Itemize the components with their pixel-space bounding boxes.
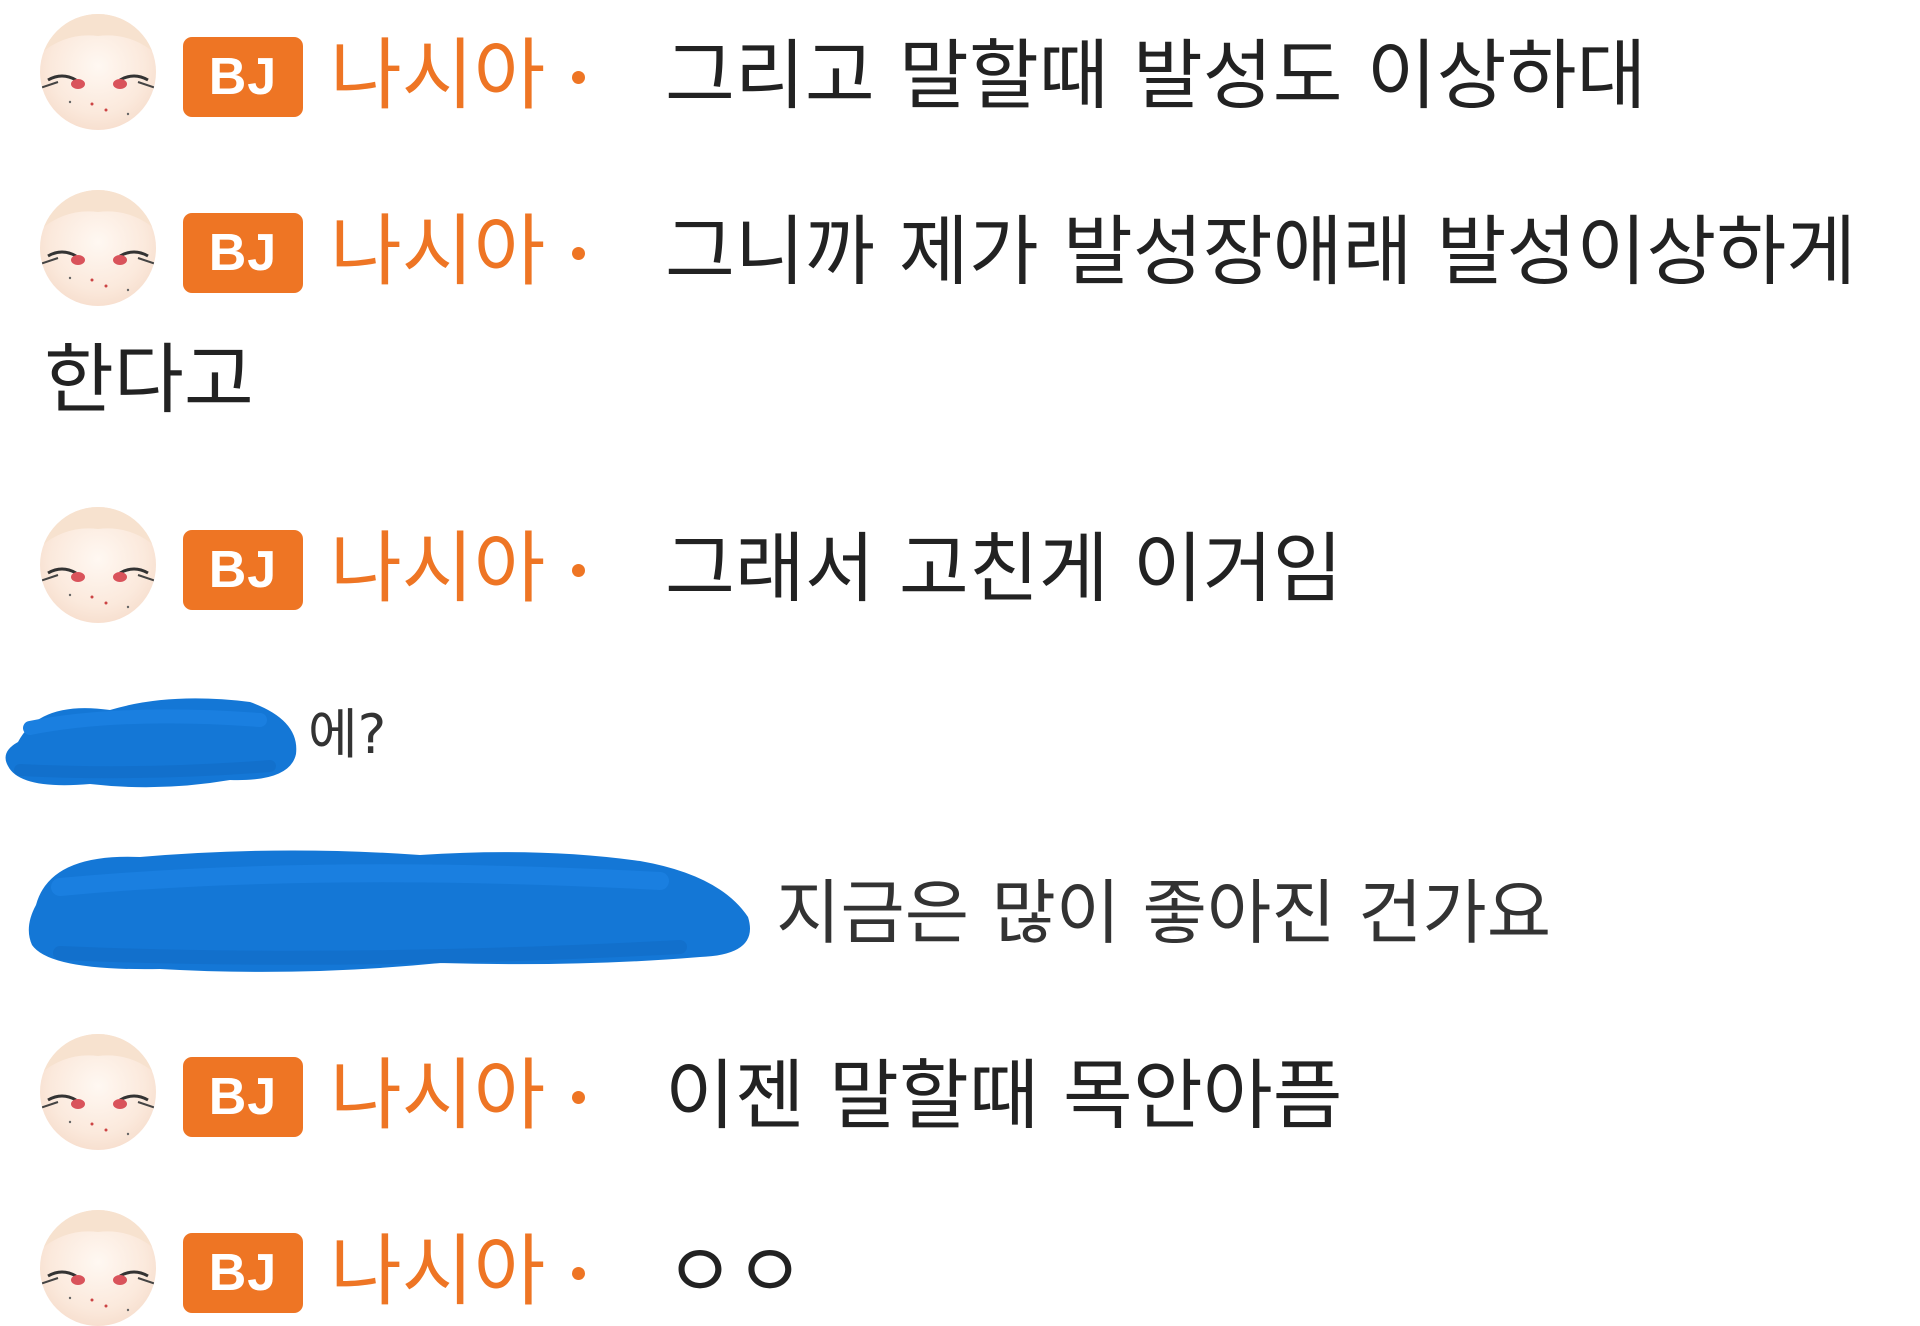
bj-badge: BJ [183,37,303,117]
message-text: 그리고 말할때 발성도 이상하대 [665,31,1647,120]
bj-badge: BJ [183,530,303,610]
chat-message: BJ 나시아 이젠 말할때 목안아픔 [0,1020,1920,1150]
message-text: ㅇㅇ [665,1227,805,1316]
separator-dot [572,247,585,260]
bj-badge: BJ [183,213,303,293]
nickname[interactable]: 나시아 [330,515,545,623]
avatar-image [40,1210,156,1312]
avatar-image [40,190,156,292]
chat-message: 지금은 많이 좋아진 건가요 [0,835,1920,995]
avatar-image [40,14,156,116]
bj-badge: BJ [183,1057,303,1137]
message-text: 에? [308,703,387,766]
nickname[interactable]: 나시아 [330,1042,545,1150]
avatar[interactable] [40,190,156,306]
avatar[interactable] [40,14,156,130]
separator-dot [572,71,585,84]
chat-log: BJ 나시아 그리고 말할때 발성도 이상하대 BJ 나시아 그니까 제가 발성… [0,0,1920,1326]
message-text: 이젠 말할때 목안아픔 [665,1051,1343,1140]
message-text: 지금은 많이 좋아진 건가요 [776,872,1552,954]
chat-message: BJ 나시아 그래서 고친게 이거임 [0,493,1920,623]
avatar-image [40,1034,156,1136]
message-text: 그니까 제가 발성장애래 발성이상하게 [665,207,1857,296]
message-text-continuation: 한다고 [44,335,254,424]
nickname[interactable]: 나시아 [330,22,545,130]
redacted-username [28,850,751,972]
separator-dot [572,1267,585,1280]
bj-badge: BJ [183,1233,303,1313]
chat-message: BJ 나시아 그니까 제가 발성장애래 발성이상하게 한다고 [0,176,1920,436]
chat-message: 에? [0,680,1920,800]
chat-message: BJ 나시아 그리고 말할때 발성도 이상하대 [0,0,1920,130]
avatar[interactable] [40,1210,156,1326]
avatar[interactable] [40,507,156,623]
nickname[interactable]: 나시아 [330,1218,545,1326]
avatar[interactable] [40,1034,156,1150]
nickname[interactable]: 나시아 [330,198,545,306]
separator-dot [572,1091,585,1104]
redacted-username [5,698,297,788]
separator-dot [572,564,585,577]
message-text: 그래서 고친게 이거임 [665,524,1343,613]
avatar-image [40,507,156,609]
chat-message: BJ 나시아 ㅇㅇ [0,1196,1920,1326]
